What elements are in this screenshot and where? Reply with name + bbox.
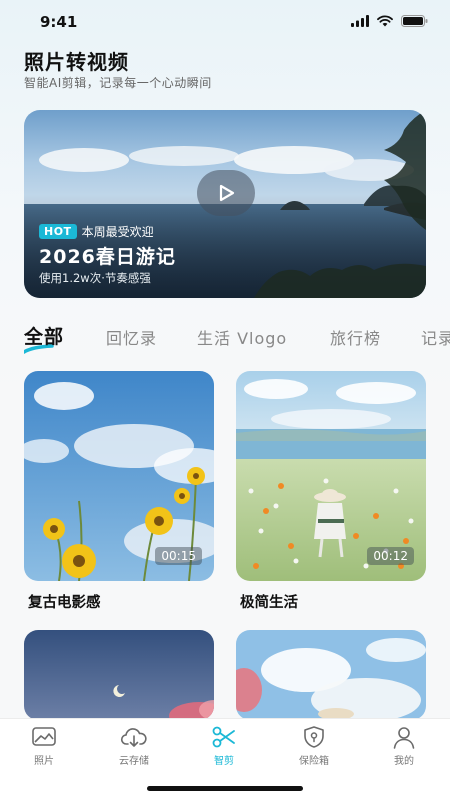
battery-icon: [401, 15, 428, 27]
template-card[interactable]: 00:12 极简生活: [236, 371, 426, 616]
card-thumbnail: [236, 630, 426, 720]
card-title: 复古电影感: [28, 595, 101, 611]
play-icon: [219, 184, 235, 202]
tab-memories[interactable]: 回忆录: [106, 325, 157, 349]
tab-record[interactable]: 记录: [421, 325, 450, 349]
template-card[interactable]: 00:15 复古电影感: [24, 371, 214, 616]
nav-label: 我的: [394, 756, 414, 767]
signal-icon: [351, 15, 369, 27]
status-bar: 9:41: [0, 0, 450, 44]
wifi-icon: [377, 15, 393, 27]
nav-item-photos[interactable]: 照片: [14, 725, 74, 767]
nav-label: 保险箱: [299, 756, 329, 767]
hero-meta: 使用1.2w次·节奏感强: [39, 271, 151, 285]
tab-label: 旅行榜: [330, 329, 382, 348]
hero-badge-row: HOT 本周最受欢迎: [39, 223, 154, 240]
card-duration: 00:15: [155, 547, 202, 565]
nav-label: 云存储: [119, 756, 149, 767]
category-tabs: 全部 回忆录 生活 Vlogo 旅行榜 记录: [24, 320, 450, 356]
tab-label: 生活 Vlogo: [197, 329, 288, 348]
scissors-icon: [212, 726, 235, 748]
status-time: 9:41: [40, 13, 78, 31]
page-subtitle: 智能AI剪辑，记录每一个心动瞬间: [24, 76, 212, 90]
nav-label: 智剪: [214, 756, 234, 767]
hot-badge: HOT: [39, 224, 77, 239]
user-icon: [393, 727, 415, 749]
nav-item-cloud[interactable]: 云存储: [104, 725, 164, 767]
nav-item-profile[interactable]: 我的: [374, 725, 434, 767]
play-button[interactable]: [197, 170, 255, 216]
nav-item-smart-edit[interactable]: 智剪: [194, 725, 254, 767]
tab-travel[interactable]: 旅行榜: [330, 325, 381, 349]
home-indicator: [147, 786, 303, 791]
tab-label: 回忆录: [106, 329, 158, 348]
cloud-download-icon: [120, 728, 147, 747]
tab-label: 全部: [24, 326, 65, 348]
photo-icon: [32, 727, 56, 746]
page-title: 照片转视频: [24, 50, 129, 74]
tab-label: 记录: [421, 329, 450, 348]
hero-title: 2026春日游记: [39, 246, 176, 268]
status-icons: [351, 15, 428, 27]
card-duration: 00:12: [367, 547, 414, 565]
tab-all[interactable]: 全部: [24, 322, 65, 354]
shield-icon: [304, 726, 324, 748]
hero-badge-text: 本周最受欢迎: [81, 225, 154, 239]
card-title: 极简生活: [240, 595, 298, 611]
template-card[interactable]: [236, 630, 426, 720]
card-thumbnail: [24, 630, 214, 720]
tab-life-vlog[interactable]: 生活 Vlogo: [197, 325, 287, 349]
nav-label: 照片: [34, 756, 54, 767]
nav-item-vault[interactable]: 保险箱: [284, 725, 344, 767]
template-card[interactable]: [24, 630, 214, 720]
hero-banner[interactable]: HOT 本周最受欢迎 2026春日游记 使用1.2w次·节奏感强: [24, 110, 426, 298]
